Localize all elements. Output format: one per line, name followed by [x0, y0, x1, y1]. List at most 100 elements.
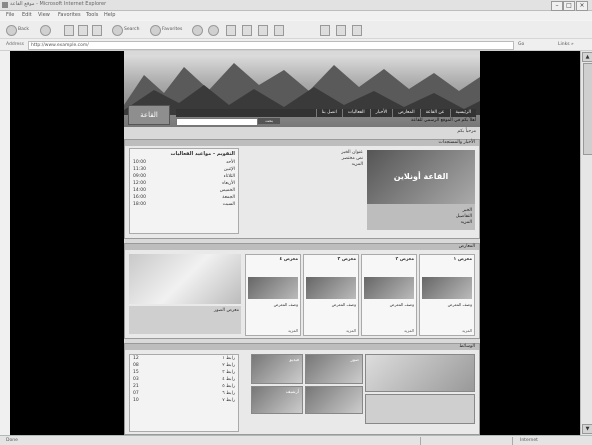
menu-edit[interactable]: Edit — [22, 12, 32, 18]
mail-icon[interactable] — [226, 25, 236, 36]
exhibition-card[interactable]: معرض ٣ وصف المعرض المزيد — [303, 254, 359, 336]
vertical-scrollbar[interactable]: ▲ ▼ — [580, 51, 592, 435]
address-bar: Address http://www.example.com/ Go Links… — [0, 39, 592, 51]
list-item[interactable]: السبت 18:00 — [130, 201, 238, 208]
search-button-label[interactable]: Search — [124, 27, 139, 32]
search-icon[interactable] — [112, 25, 123, 36]
media-icon[interactable] — [192, 25, 203, 36]
media-tile[interactable]: فيديو — [251, 354, 303, 384]
messenger-icon[interactable] — [320, 25, 330, 36]
card-title[interactable]: معرض ٤ — [280, 257, 299, 262]
list-item[interactable]: الأربعاء 12:00 — [130, 180, 238, 187]
card-more-link[interactable]: المزيد — [462, 328, 472, 333]
gallery-banner-image[interactable] — [129, 254, 241, 304]
go-button[interactable]: Go — [518, 42, 524, 47]
list-item[interactable]: رابط ١ 12 — [130, 355, 238, 362]
card-more-link[interactable]: المزيد — [404, 328, 414, 333]
card-thumbnail[interactable] — [422, 277, 472, 299]
edit-icon[interactable] — [258, 25, 268, 36]
minimize-button[interactable]: – — [551, 1, 563, 11]
card-title[interactable]: معرض ٣ — [338, 257, 357, 262]
nav-item-contact[interactable]: اتصل بنا — [315, 109, 342, 117]
favorites-star-icon[interactable] — [150, 25, 161, 36]
link-count: 10 — [133, 398, 139, 403]
list-item[interactable]: رابط ٢ 08 — [130, 362, 238, 369]
list-item[interactable]: الإثنين 11:30 — [130, 166, 238, 173]
list-item[interactable]: رابط ٦ 07 — [130, 390, 238, 397]
list-item[interactable]: رابط ٥ 21 — [130, 383, 238, 390]
tools-icon[interactable] — [352, 25, 362, 36]
menu-view[interactable]: View — [38, 12, 50, 18]
print-icon[interactable] — [242, 25, 252, 36]
card-thumbnail[interactable] — [364, 277, 414, 299]
back-arrow-icon[interactable] — [6, 25, 17, 36]
stop-icon[interactable] — [64, 25, 74, 36]
feature-caption-link[interactable]: المزيد — [456, 220, 472, 226]
links-button[interactable]: Links » — [558, 42, 574, 47]
link-count: 07 — [133, 391, 139, 396]
exhibition-card[interactable]: معرض ٤ وصف المعرض المزيد — [245, 254, 301, 336]
exhibition-card[interactable]: معرض ١ وصف المعرض المزيد — [419, 254, 475, 336]
status-text: Done — [6, 438, 18, 443]
exhibition-card[interactable]: معرض ٢ وصف المعرض المزيد — [361, 254, 417, 336]
media-tile[interactable]: صور — [305, 354, 363, 384]
back-button-label[interactable]: Back — [18, 27, 29, 32]
media-tile-wide[interactable] — [365, 394, 475, 424]
history-icon[interactable] — [208, 25, 219, 36]
nav-item-home[interactable]: الرئيسية — [449, 109, 477, 117]
scroll-thumb[interactable] — [583, 63, 592, 155]
menu-help[interactable]: Help — [104, 12, 115, 18]
nav-item-exhibitions[interactable]: المعارض — [392, 109, 419, 117]
favorites-button-label[interactable]: Favorites — [162, 27, 182, 32]
card-title[interactable]: معرض ١ — [454, 257, 473, 262]
media-tile-large[interactable] — [365, 354, 475, 392]
news-summary-more[interactable]: المزيد — [253, 162, 363, 168]
list-item[interactable]: رابط ٣ 15 — [130, 369, 238, 376]
card-description: وصف المعرض — [447, 302, 472, 307]
card-more-link[interactable]: المزيد — [288, 328, 298, 333]
list-item[interactable]: الأحد 10:00 — [130, 159, 238, 166]
menu-tools[interactable]: Tools — [86, 12, 98, 18]
site-search-button[interactable]: بحث — [258, 118, 280, 124]
card-more-link[interactable]: المزيد — [346, 328, 356, 333]
card-thumbnail[interactable] — [248, 277, 298, 299]
scroll-down-icon[interactable]: ▼ — [582, 424, 592, 434]
link-count: 15 — [133, 370, 139, 375]
media-tile[interactable]: أرشيف — [251, 386, 303, 414]
card-title[interactable]: معرض ٢ — [396, 257, 415, 262]
nav-item-about[interactable]: عن القاعة — [419, 109, 450, 117]
discuss-icon[interactable] — [274, 25, 284, 36]
nav-item-news[interactable]: الأخبار — [369, 109, 393, 117]
research-icon[interactable] — [336, 25, 346, 36]
nav-item-events[interactable]: الفعاليات — [341, 109, 370, 117]
forward-arrow-icon[interactable] — [40, 25, 51, 36]
maximize-button[interactable]: □ — [563, 1, 575, 11]
card-description: وصف المعرض — [273, 302, 298, 307]
browser-app-icon — [2, 2, 8, 8]
media-tile[interactable] — [305, 386, 363, 414]
list-item[interactable]: رابط ٤ 03 — [130, 376, 238, 383]
list-item[interactable]: رابط ٧ 10 — [130, 397, 238, 404]
menu-favorites[interactable]: Favorites — [58, 12, 81, 18]
list-item[interactable]: الثلاثاء 09:00 — [130, 173, 238, 180]
gallery-banner-caption: معرض الصور — [129, 306, 241, 334]
feature-image[interactable]: القاعة أونلاين — [367, 150, 475, 204]
list-item[interactable]: الخميس 14:00 — [130, 187, 238, 194]
address-input[interactable]: http://www.example.com/ — [28, 41, 514, 50]
status-divider — [420, 437, 421, 445]
schedule-day: الإثنين — [223, 167, 235, 172]
header-subbar: أهلاً بكم في الموقع الرسمي للقاعة بحث — [176, 118, 476, 126]
site-search-input[interactable] — [176, 118, 258, 126]
home-icon[interactable] — [92, 25, 102, 36]
card-thumbnail[interactable] — [306, 277, 356, 299]
menu-file[interactable]: File — [6, 12, 14, 18]
feature-block[interactable]: القاعة أونلاين الخبر التفاصيل المزيد — [367, 150, 475, 230]
list-item[interactable]: الجمعة 16:00 — [130, 194, 238, 201]
link-name: رابط ٤ — [222, 377, 235, 382]
link-name: رابط ٦ — [222, 391, 235, 396]
schedule-time: 18:00 — [133, 202, 146, 207]
site-logo[interactable]: القاعة — [128, 105, 170, 125]
scroll-up-icon[interactable]: ▲ — [582, 52, 592, 62]
close-button[interactable]: × — [576, 1, 588, 11]
refresh-icon[interactable] — [78, 25, 88, 36]
